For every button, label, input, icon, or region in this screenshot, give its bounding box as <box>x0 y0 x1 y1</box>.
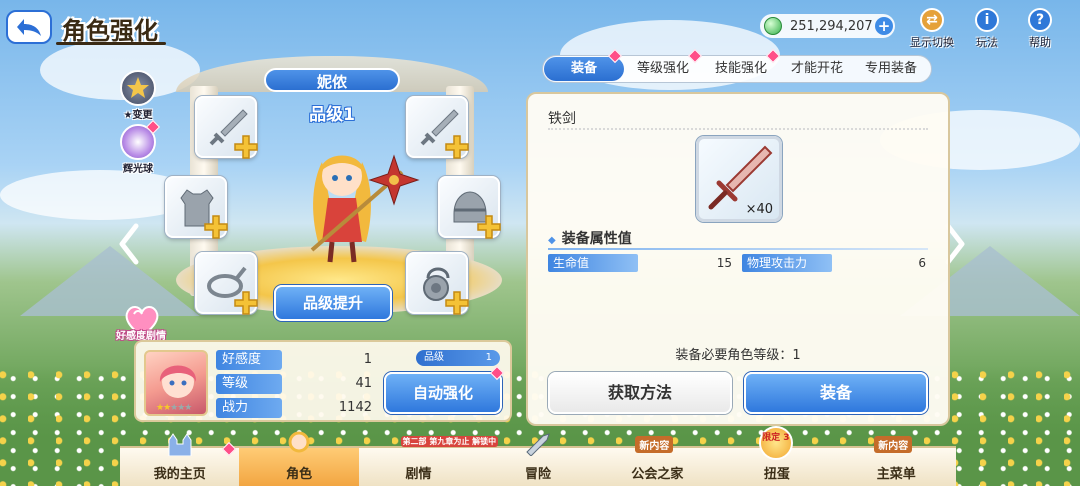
title-underline <box>56 42 166 45</box>
helmet-slot[interactable] <box>438 176 501 239</box>
new-content-tag: 新内容 <box>874 436 913 453</box>
star-icon <box>120 70 156 106</box>
new-content-tag: 新内容 <box>635 436 674 453</box>
stat-level: 等级 41 <box>216 374 372 394</box>
tab-talent-bloom[interactable]: 才能开花 <box>780 57 854 81</box>
currency-display: 251,294,207 + <box>760 14 895 38</box>
plus-icon <box>204 215 228 239</box>
plus-icon <box>234 135 258 159</box>
tab-equipment[interactable]: 装备 <box>544 48 624 81</box>
help-icon: ? <box>1028 8 1052 32</box>
adventure-sword-icon <box>526 433 550 456</box>
rope-slot[interactable] <box>195 252 258 315</box>
tab-level-enhance[interactable]: 等级强化 <box>624 48 703 81</box>
prev-character-arrow[interactable] <box>118 222 140 266</box>
attribute-title: ◆ 装备属性值 <box>548 231 632 247</box>
nav-my-home[interactable]: 我的主页 <box>120 433 239 486</box>
nav-adventure[interactable]: 冒险 <box>478 433 597 486</box>
limited-badge: 限定 3 <box>758 426 793 460</box>
gameplay-button[interactable]: i 玩法 <box>959 8 1015 49</box>
attribute-hp: 生命值 15 <box>548 254 732 272</box>
character-stats-panel: ★★★★★ 好感度 1 等级 41 战力 1142 品级 1 自动强化 <box>134 340 512 422</box>
back-arrow-icon <box>17 19 41 36</box>
character-rank: 品级1 <box>309 105 355 125</box>
plus-icon <box>445 135 469 159</box>
equip-button[interactable]: 装备 <box>744 372 928 414</box>
nav-character[interactable]: 角色 <box>239 431 359 486</box>
help-button[interactable]: ? 帮助 <box>1012 8 1068 49</box>
plus-icon <box>477 215 501 239</box>
glow-orb-button[interactable]: 辉光球 <box>118 119 161 175</box>
jewel-icon <box>764 17 782 35</box>
plus-icon <box>234 291 258 315</box>
nav-main-menu[interactable]: 新内容 主菜单 <box>837 436 956 486</box>
rank-up-button[interactable]: 品级提升 <box>274 285 392 321</box>
back-button[interactable] <box>6 10 52 44</box>
info-icon: i <box>975 8 999 32</box>
character-sprite <box>310 154 420 263</box>
auto-enhance-button[interactable]: 自动强化 <box>384 372 502 414</box>
equipment-quantity: ×40 <box>745 202 773 217</box>
stat-favor: 好感度 1 <box>216 350 372 370</box>
equipment-detail-panel: 铁剑 ×40 ◆ 装备属性值 生命值 15 物理攻击力 6 装备必要角色等级：1 获取… <box>526 92 950 426</box>
nav-guild-house[interactable]: 新内容 公会之家 <box>598 436 717 486</box>
bottom-nav: 我的主页 角色 第二部 第九章为止 解锁中 剧情 冒险 新内容 公会之家 限定 … <box>120 426 956 486</box>
enhance-tabs: 装备 等级强化 技能强化 才能开花 专用装备 <box>542 48 932 83</box>
level-requirement: 装备必要角色等级：1 <box>675 348 801 363</box>
equipment-name: 铁剑 <box>548 111 576 127</box>
plus-icon <box>445 291 469 315</box>
acquire-method-button[interactable]: 获取方法 <box>548 372 732 414</box>
sword-slot-1[interactable] <box>195 96 258 159</box>
attribute-divider <box>548 248 928 250</box>
armor-slot[interactable] <box>165 176 228 239</box>
attribute-physical-attack: 物理攻击力 6 <box>742 254 926 272</box>
star-rating: ★★★★★ <box>156 403 192 413</box>
currency-value: 251,294,207 <box>790 18 873 34</box>
add-currency-button[interactable]: + <box>875 17 893 35</box>
castle-icon <box>168 433 192 456</box>
story-unlock-tag: 第二部 第九章为止 解锁中 <box>400 436 499 447</box>
character-portrait[interactable]: ★★★★★ <box>144 350 208 416</box>
stat-power: 战力 1142 <box>216 398 372 418</box>
tab-exclusive-equipment[interactable]: 专用装备 <box>854 57 928 81</box>
display-switch-icon: ⇄ <box>920 8 944 32</box>
character-icon <box>288 431 310 453</box>
nav-story[interactable]: 第二部 第九章为止 解锁中 剧情 <box>359 436 499 486</box>
rank-chip: 品级 1 <box>416 350 500 366</box>
character-name: 妮侬 <box>264 68 400 92</box>
star-change-button[interactable]: ★变更 <box>118 70 158 121</box>
nav-gacha[interactable]: 限定 3 扭蛋 <box>717 426 836 486</box>
tab-skill-enhance[interactable]: 技能强化 <box>702 48 781 81</box>
display-switch-button[interactable]: ⇄ 显示切换 <box>904 8 960 49</box>
equipment-thumbnail[interactable]: ×40 <box>696 136 782 222</box>
